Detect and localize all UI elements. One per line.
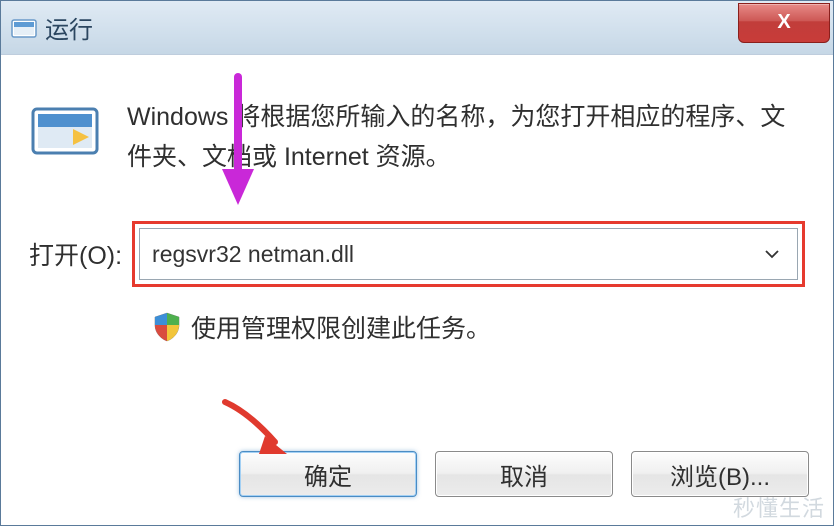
window-title: 运行 — [45, 10, 93, 45]
run-large-icon — [29, 103, 101, 159]
ok-button[interactable]: 确定 — [239, 451, 417, 497]
titlebar: 运行 X — [1, 1, 833, 55]
open-label: 打开(O): — [29, 236, 122, 272]
shield-icon — [153, 311, 181, 343]
admin-note-text: 使用管理权限创建此任务。 — [191, 309, 491, 345]
run-dialog: 运行 X Windows 将根据您所输入的名称，为您打开相应的程序、文件夹、文档… — [0, 0, 834, 526]
open-combobox[interactable] — [139, 228, 798, 280]
button-row: 确定 取消 浏览(B)... — [239, 451, 809, 497]
highlighted-frame — [132, 221, 805, 287]
open-input[interactable] — [152, 241, 759, 268]
description-row: Windows 将根据您所输入的名称，为您打开相应的程序、文件夹、文档或 Int… — [29, 97, 805, 177]
dialog-body: Windows 将根据您所输入的名称，为您打开相应的程序、文件夹、文档或 Int… — [1, 55, 833, 525]
dropdown-arrow-icon[interactable] — [759, 229, 785, 279]
watermark-text: 秒懂生活 — [733, 491, 825, 523]
description-text: Windows 将根据您所输入的名称，为您打开相应的程序、文件夹、文档或 Int… — [127, 97, 805, 177]
run-app-icon — [11, 17, 37, 39]
cancel-button[interactable]: 取消 — [435, 451, 613, 497]
admin-note-row: 使用管理权限创建此任务。 — [153, 309, 805, 345]
open-row: 打开(O): — [29, 221, 805, 287]
close-button[interactable]: X — [738, 3, 830, 43]
close-icon: X — [777, 11, 790, 34]
title-left: 运行 — [11, 10, 93, 45]
